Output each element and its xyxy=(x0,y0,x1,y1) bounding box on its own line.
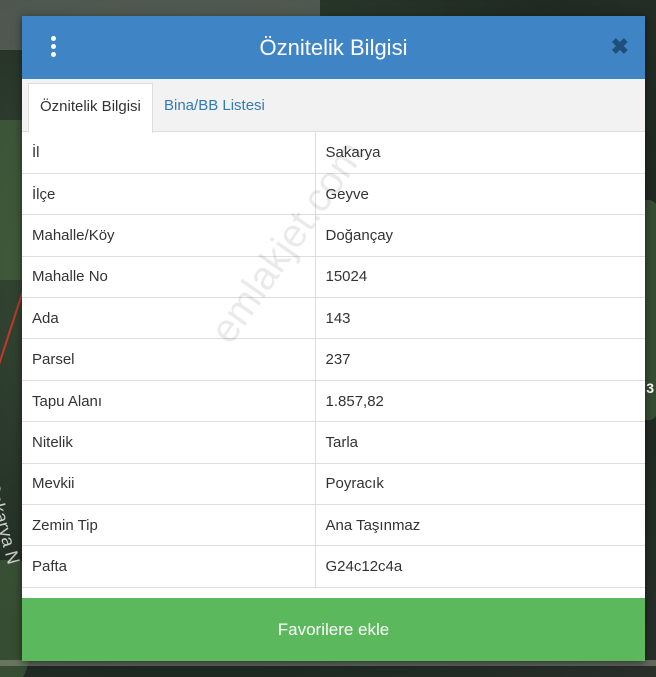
table-row: İl Sakarya xyxy=(22,132,645,174)
attribute-value: Sakarya xyxy=(315,132,645,174)
tab-attribute-info[interactable]: Öznitelik Bilgisi xyxy=(28,83,153,133)
dialog-title: Öznitelik Bilgisi xyxy=(259,34,408,60)
kebab-menu-icon[interactable] xyxy=(46,36,60,60)
table-row: Nitelik Tarla xyxy=(22,421,645,464)
attribute-value: Doğançay xyxy=(315,214,645,257)
tab-bar: Öznitelik Bilgisi Bina/BB Listesi xyxy=(22,79,645,133)
attribute-value: Geyve xyxy=(315,173,645,216)
map-edge-label: 3 xyxy=(646,380,654,396)
attribute-info-dialog: Öznitelik Bilgisi ✖ Öznitelik Bilgisi Bi… xyxy=(22,16,645,661)
table-row: Zemin Tip Ana Taşınmaz xyxy=(22,504,645,547)
attribute-key: Pafta xyxy=(22,545,316,588)
table-row: Pafta G24c12c4a xyxy=(22,545,645,588)
attribute-key: Zemin Tip xyxy=(22,504,316,547)
table-row: Mevkii Poyracık xyxy=(22,463,645,506)
attribute-value: Tarla xyxy=(315,421,645,464)
attribute-value: 15024 xyxy=(315,256,645,299)
table-row: Ada 143 xyxy=(22,297,645,340)
attribute-key: Nitelik xyxy=(22,421,316,464)
attribute-key: İl xyxy=(22,132,316,174)
attribute-value: Poyracık xyxy=(315,463,645,506)
attribute-key: İlçe xyxy=(22,173,316,216)
table-row: Mahalle/Köy Doğançay xyxy=(22,214,645,257)
add-to-favorites-button[interactable]: Favorilere ekle xyxy=(22,598,645,661)
dialog-header: Öznitelik Bilgisi ✖ xyxy=(22,16,645,79)
attribute-key: Tapu Alanı xyxy=(22,380,316,423)
map-street-label: Sakarya N xyxy=(0,480,24,567)
attribute-value: Ana Taşınmaz xyxy=(315,504,645,547)
table-row: Parsel 237 xyxy=(22,338,645,381)
table-row: Mahalle No 15024 xyxy=(22,256,645,299)
attribute-key: Mahalle No xyxy=(22,256,316,299)
close-icon[interactable]: ✖ xyxy=(611,34,629,60)
attribute-table: İl Sakarya İlçe Geyve Mahalle/Köy Doğançay … xyxy=(22,132,645,588)
attribute-value: 237 xyxy=(315,338,645,381)
table-row: Tapu Alanı 1.857,82 xyxy=(22,380,645,423)
attribute-value: 1.857,82 xyxy=(315,380,645,423)
attribute-key: Ada xyxy=(22,297,316,340)
attribute-key: Mahalle/Köy xyxy=(22,214,316,257)
tab-building-list[interactable]: Bina/BB Listesi xyxy=(153,83,276,131)
attribute-key: Mevkii xyxy=(22,463,316,506)
attribute-key: Parsel xyxy=(22,338,316,381)
attribute-value: 143 xyxy=(315,297,645,340)
attribute-value: G24c12c4a xyxy=(315,545,645,588)
table-row: İlçe Geyve xyxy=(22,173,645,216)
